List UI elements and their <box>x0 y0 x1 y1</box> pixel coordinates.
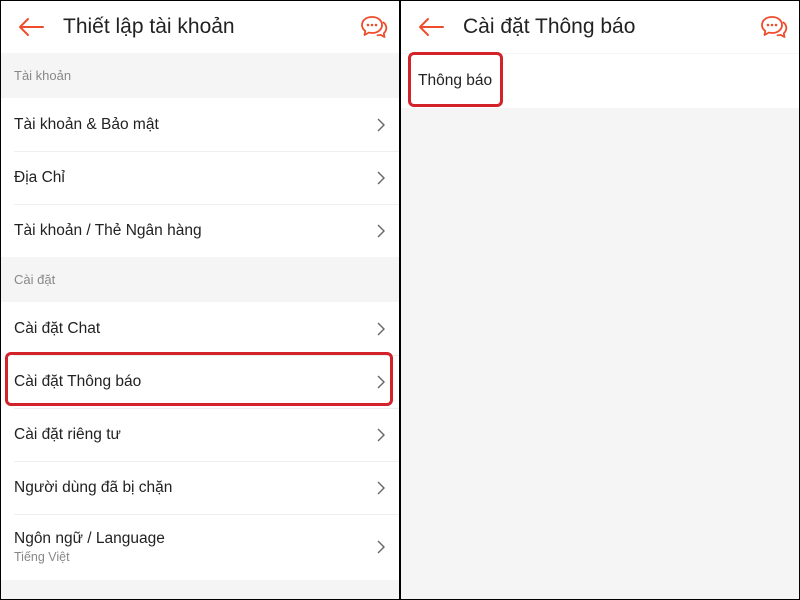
chevron-right-icon <box>377 322 385 335</box>
page-title: Cài đặt Thông báo <box>463 15 636 38</box>
menu-item-chat-settings[interactable]: Cài đặt Chat <box>1 302 399 355</box>
menu-item-label: Ngôn ngữ / Language <box>14 530 165 547</box>
chevron-right-icon <box>377 375 385 388</box>
arrow-left-icon <box>419 18 444 36</box>
menu-item-label: Cài đặt Chat <box>14 319 101 337</box>
chevron-right-icon <box>377 481 385 494</box>
chat-button[interactable] <box>349 1 399 53</box>
account-settings-screen: Thiết lập tài khoản Tài khoản Tài khoản … <box>1 1 399 599</box>
back-button[interactable] <box>401 1 461 53</box>
header: Thiết lập tài khoản <box>1 1 399 53</box>
chevron-right-icon <box>377 118 385 131</box>
menu-item-label: Tài khoản & Bảo mật <box>14 115 159 133</box>
menu-item-bank-card[interactable]: Tài khoản / Thẻ Ngân hàng <box>1 204 399 257</box>
current-language: Tiếng Việt <box>14 550 70 564</box>
chevron-right-icon <box>377 224 385 237</box>
menu-item-privacy-settings[interactable]: Cài đặt riêng tư <box>1 408 399 461</box>
header: Cài đặt Thông báo <box>401 1 799 53</box>
menu-item-blocked-users[interactable]: Người dùng đã bị chặn <box>1 461 399 514</box>
menu-item-label: Thông báo <box>418 72 493 89</box>
section-label-account: Tài khoản <box>14 68 72 83</box>
chevron-right-icon <box>377 171 385 184</box>
arrow-left-icon <box>19 18 44 36</box>
chat-bubbles-icon <box>761 16 788 38</box>
menu-item-language[interactable]: Ngôn ngữ / Language Tiếng Việt <box>1 514 399 580</box>
menu-item-label: Cài đặt Thông báo <box>14 372 142 390</box>
menu-item-label: Tài khoản / Thẻ Ngân hàng <box>14 221 202 239</box>
menu-item-notifications[interactable]: Thông báo <box>401 54 799 108</box>
menu-item-label: Người dùng đã bị chặn <box>14 478 173 496</box>
menu-item-account-security[interactable]: Tài khoản & Bảo mật <box>1 98 399 151</box>
chat-bubbles-icon <box>361 16 388 38</box>
notification-settings-screen: Cài đặt Thông báo Thông báo <box>401 1 799 599</box>
chat-button[interactable] <box>749 1 799 53</box>
chevron-right-icon <box>377 540 385 554</box>
language-text-group: Ngôn ngữ / Language Tiếng Việt <box>14 530 375 564</box>
menu-item-address[interactable]: Địa Chỉ <box>1 151 399 204</box>
section-label-settings: Cài đặt <box>14 272 56 287</box>
menu-item-label: Cài đặt riêng tư <box>14 425 121 443</box>
chevron-right-icon <box>377 428 385 441</box>
back-button[interactable] <box>1 1 61 53</box>
page-title: Thiết lập tài khoản <box>63 15 235 38</box>
menu-item-label: Địa Chỉ <box>14 168 65 186</box>
menu-item-notification-settings[interactable]: Cài đặt Thông báo <box>1 355 399 408</box>
